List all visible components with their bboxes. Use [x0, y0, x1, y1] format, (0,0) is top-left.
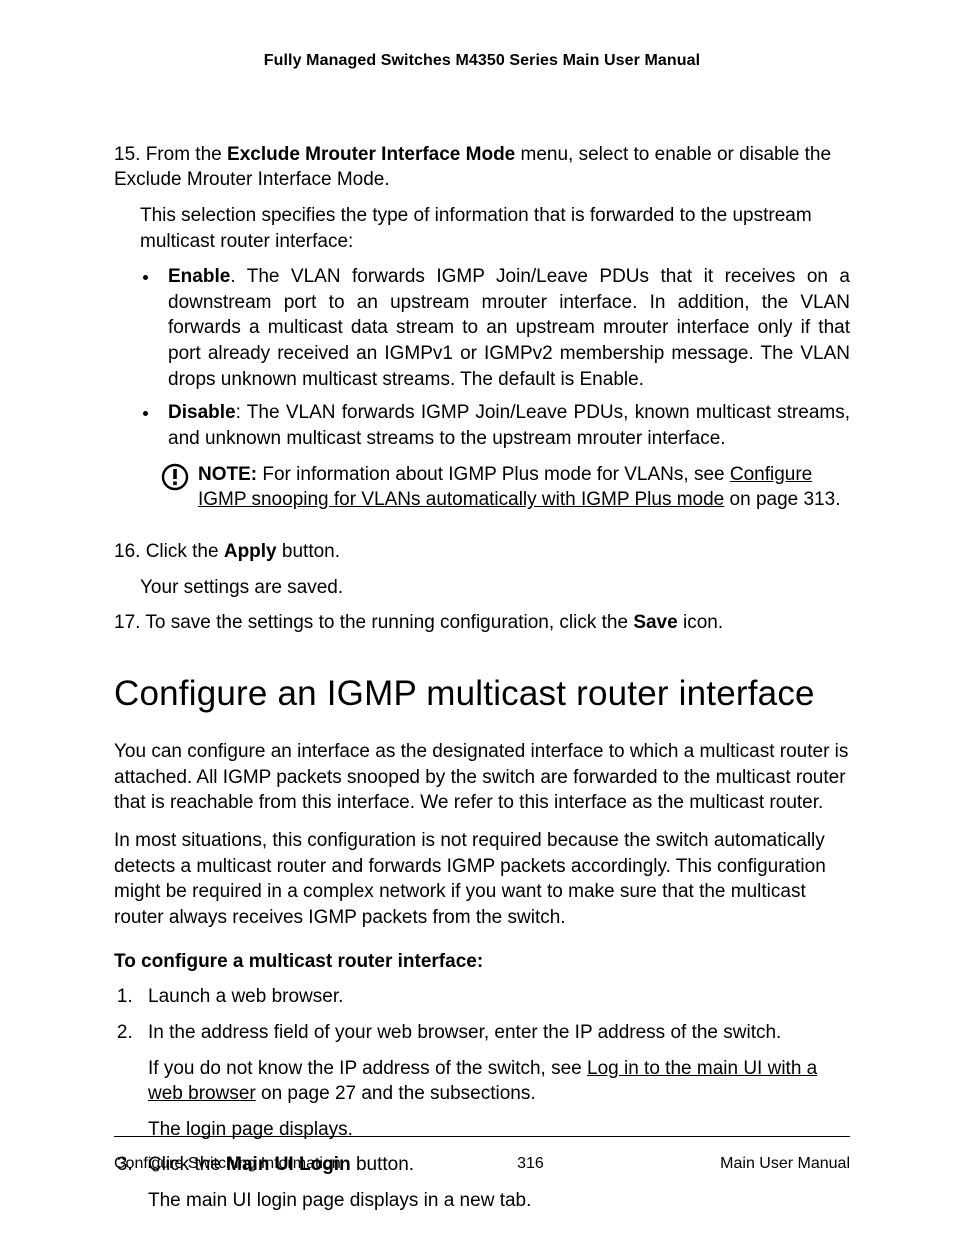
step-17-text: To save the settings to the running conf… — [145, 612, 723, 633]
step-16-text: Click the Apply button. — [146, 541, 340, 562]
bullet-enable: Enable. The VLAN forwards IGMP Join/Leav… — [160, 264, 850, 392]
step-16-detail: Your settings are saved. — [140, 575, 850, 601]
bullet-list: Enable. The VLAN forwards IGMP Join/Leav… — [160, 264, 850, 451]
text: on page 27 and the subsections. — [256, 1083, 536, 1104]
bold: Apply — [224, 541, 277, 562]
intro-paragraph-1: You can configure an interface as the de… — [114, 739, 850, 816]
text: button. — [277, 541, 340, 562]
step-16-number: 16. — [114, 541, 140, 562]
footer-left: Configure Switching Information — [114, 1153, 341, 1175]
running-header: Fully Managed Switches M4350 Series Main… — [114, 50, 850, 72]
bullet-disable: Disable: The VLAN forwards IGMP Join/Lea… — [160, 400, 850, 451]
section-heading: Configure an IGMP multicast router inter… — [114, 670, 850, 717]
bold: Save — [633, 612, 677, 633]
intro-paragraph-2: In most situations, this configuration i… — [114, 828, 850, 931]
page: Fully Managed Switches M4350 Series Main… — [0, 0, 954, 1235]
text: From the — [146, 144, 227, 165]
footer-page-number: 316 — [517, 1153, 544, 1175]
bullet-text: : The VLAN forwards IGMP Join/Leave PDUs… — [168, 402, 850, 449]
text: Click the — [146, 541, 224, 562]
step-17-number: 17. — [114, 612, 140, 633]
procedure-heading: To configure a multicast router interfac… — [114, 949, 850, 975]
note-label: NOTE: — [198, 464, 257, 485]
text: Launch a web browser. — [148, 986, 343, 1007]
footer: Configure Switching Information 316 Main… — [114, 1153, 850, 1175]
step-16: 16. Click the Apply button. — [114, 539, 850, 565]
proc-step-3-result: The main UI login page displays in a new… — [148, 1188, 850, 1214]
text: icon. — [678, 612, 723, 633]
text: If you do not know the IP address of the… — [148, 1058, 587, 1079]
proc-step-2-detail: If you do not know the IP address of the… — [148, 1056, 850, 1107]
step-17: 17. To save the settings to the running … — [114, 610, 850, 636]
step-15-text: From the Exclude Mrouter Interface Mode … — [114, 144, 831, 191]
footer-divider — [114, 1136, 850, 1137]
proc-step-2: In the address field of your web browser… — [138, 1020, 850, 1143]
proc-step-1: Launch a web browser. — [138, 984, 850, 1010]
bullet-label: Enable — [168, 266, 230, 287]
note-text: NOTE: For information about IGMP Plus mo… — [198, 462, 850, 513]
text: In the address field of your web browser… — [148, 1022, 781, 1043]
bold: Exclude Mrouter Interface Mode — [227, 144, 515, 165]
bullet-label: Disable — [168, 402, 236, 423]
procedure-list: Launch a web browser. In the address fie… — [138, 984, 850, 1213]
step-15-number: 15. — [114, 144, 140, 165]
footer-right: Main User Manual — [720, 1153, 850, 1175]
text: For information about IGMP Plus mode for… — [257, 464, 730, 485]
note: NOTE: For information about IGMP Plus mo… — [160, 462, 850, 513]
text: To save the settings to the running conf… — [145, 612, 633, 633]
caution-icon — [160, 462, 190, 492]
step-15-detail: This selection specifies the type of inf… — [140, 203, 850, 254]
bullet-text: . The VLAN forwards IGMP Join/Leave PDUs… — [168, 266, 850, 390]
step-15: 15. From the Exclude Mrouter Interface M… — [114, 142, 850, 193]
text: on page 313. — [724, 489, 840, 510]
proc-step-2-result: The login page displays. — [148, 1117, 850, 1143]
